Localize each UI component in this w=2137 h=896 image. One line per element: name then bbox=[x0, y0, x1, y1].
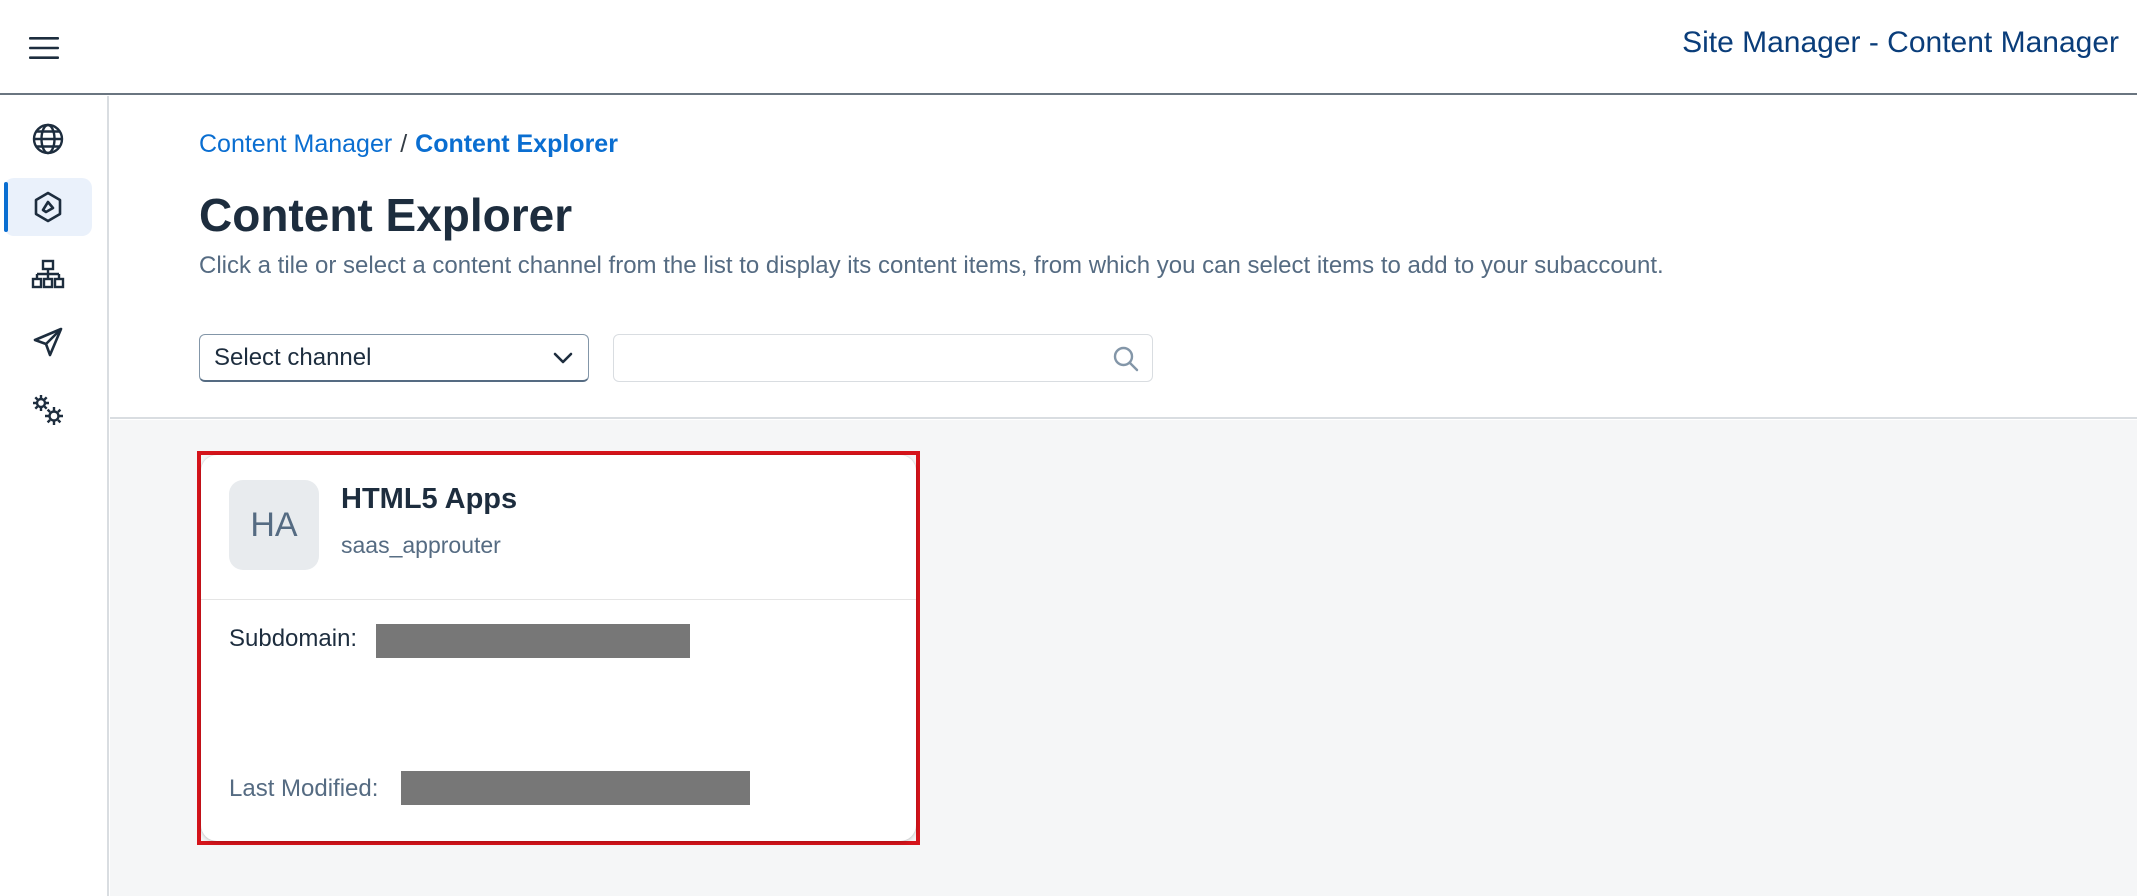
search-icon[interactable] bbox=[1112, 345, 1140, 373]
nav-item-content-manager[interactable] bbox=[4, 178, 92, 236]
channel-select[interactable]: Select channel bbox=[199, 334, 589, 382]
tile-subtitle: saas_approuter bbox=[341, 532, 501, 558]
hierarchy-icon bbox=[31, 259, 65, 289]
side-navigation bbox=[0, 96, 109, 896]
channel-select-value: Select channel bbox=[214, 343, 372, 371]
settings-gears-icon bbox=[33, 395, 63, 425]
breadcrumb-separator: / bbox=[400, 130, 408, 158]
globe-icon bbox=[32, 123, 64, 155]
shell-bar: Site Manager - Content Manager bbox=[0, 0, 2137, 95]
breadcrumb-link-content-manager[interactable]: Content Manager bbox=[199, 130, 392, 158]
page-title: Content Explorer bbox=[199, 189, 573, 241]
hamburger-menu-icon bbox=[29, 37, 59, 59]
subdomain-label: Subdomain: bbox=[229, 625, 358, 652]
search-input[interactable] bbox=[614, 335, 1094, 381]
content-manager-icon bbox=[34, 191, 62, 223]
content-tile-html5-apps[interactable]: HA HTML5 Apps saas_approuter Subdomain: … bbox=[201, 455, 916, 841]
nav-item-sites[interactable] bbox=[4, 110, 92, 168]
search-field bbox=[613, 334, 1153, 382]
breadcrumb-current-content-explorer[interactable]: Content Explorer bbox=[415, 130, 618, 158]
chevron-down-icon bbox=[553, 352, 573, 363]
breadcrumb: Content Manager / Content Explorer bbox=[199, 130, 618, 159]
last-modified-value-redacted bbox=[401, 771, 750, 805]
nav-item-deploy[interactable] bbox=[4, 313, 92, 371]
last-modified-label: Last Modified: bbox=[229, 775, 379, 802]
page-description: Click a tile or select a content channel… bbox=[199, 252, 1664, 279]
subdomain-value-redacted bbox=[376, 624, 690, 658]
tile-avatar: HA bbox=[229, 480, 319, 570]
content-header: Content Manager / Content Explorer Content… bbox=[110, 96, 2137, 419]
hamburger-menu-button[interactable] bbox=[24, 30, 64, 66]
tile-title: HTML5 Apps bbox=[341, 483, 518, 515]
nav-item-hierarchy[interactable] bbox=[4, 246, 92, 304]
shell-title: Site Manager - Content Manager bbox=[1682, 26, 2119, 59]
tile-divider bbox=[201, 599, 916, 600]
paper-plane-icon bbox=[33, 327, 63, 357]
nav-item-settings[interactable] bbox=[4, 381, 92, 439]
